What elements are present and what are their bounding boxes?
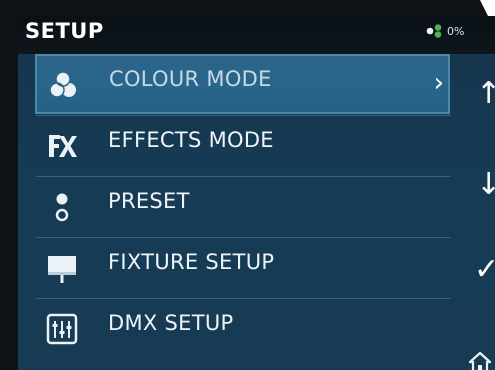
scroll-up-button[interactable]: ↑ [476,79,495,109]
effects-fx-icon [49,135,77,157]
dmx-sliders-icon [46,313,78,345]
menu-item-fixture-setup[interactable]: FIXTURE SETUP [36,238,456,296]
preset-icon [55,193,69,222]
menu-item-dmx-setup[interactable]: DMX SETUP [36,299,456,357]
menu-item-preset[interactable]: PRESET [36,177,456,235]
status-indicator: 0% [426,24,464,38]
confirm-button[interactable]: ✓ [474,255,495,285]
menu-item-label: EFFECTS MODE [108,128,274,152]
menu-item-label: PRESET [108,189,190,213]
home-icon[interactable] [469,352,491,370]
scroll-down-button[interactable]: ↓ [476,170,495,200]
device-bezel: SETUP 0% COLOUR MODE › EFFECTS MODE PRES… [0,0,495,370]
colour-mode-icon [49,71,76,98]
network-dots-icon [426,24,442,38]
menu-item-colour-mode[interactable]: COLOUR MODE › [35,54,450,114]
menu-item-label: FIXTURE SETUP [108,250,275,274]
menu-item-label: COLOUR MODE [109,67,272,91]
status-percentage: 0% [447,24,465,38]
menu-item-effects-mode[interactable]: EFFECTS MODE [36,116,456,174]
page-title: SETUP [25,19,104,43]
menu-item-label: DMX SETUP [108,311,234,335]
header-bar: SETUP 0% [18,16,495,54]
fixture-icon [48,256,76,283]
chevron-right-icon: › [433,68,444,98]
lcd-screen: SETUP 0% COLOUR MODE › EFFECTS MODE PRES… [18,16,495,370]
